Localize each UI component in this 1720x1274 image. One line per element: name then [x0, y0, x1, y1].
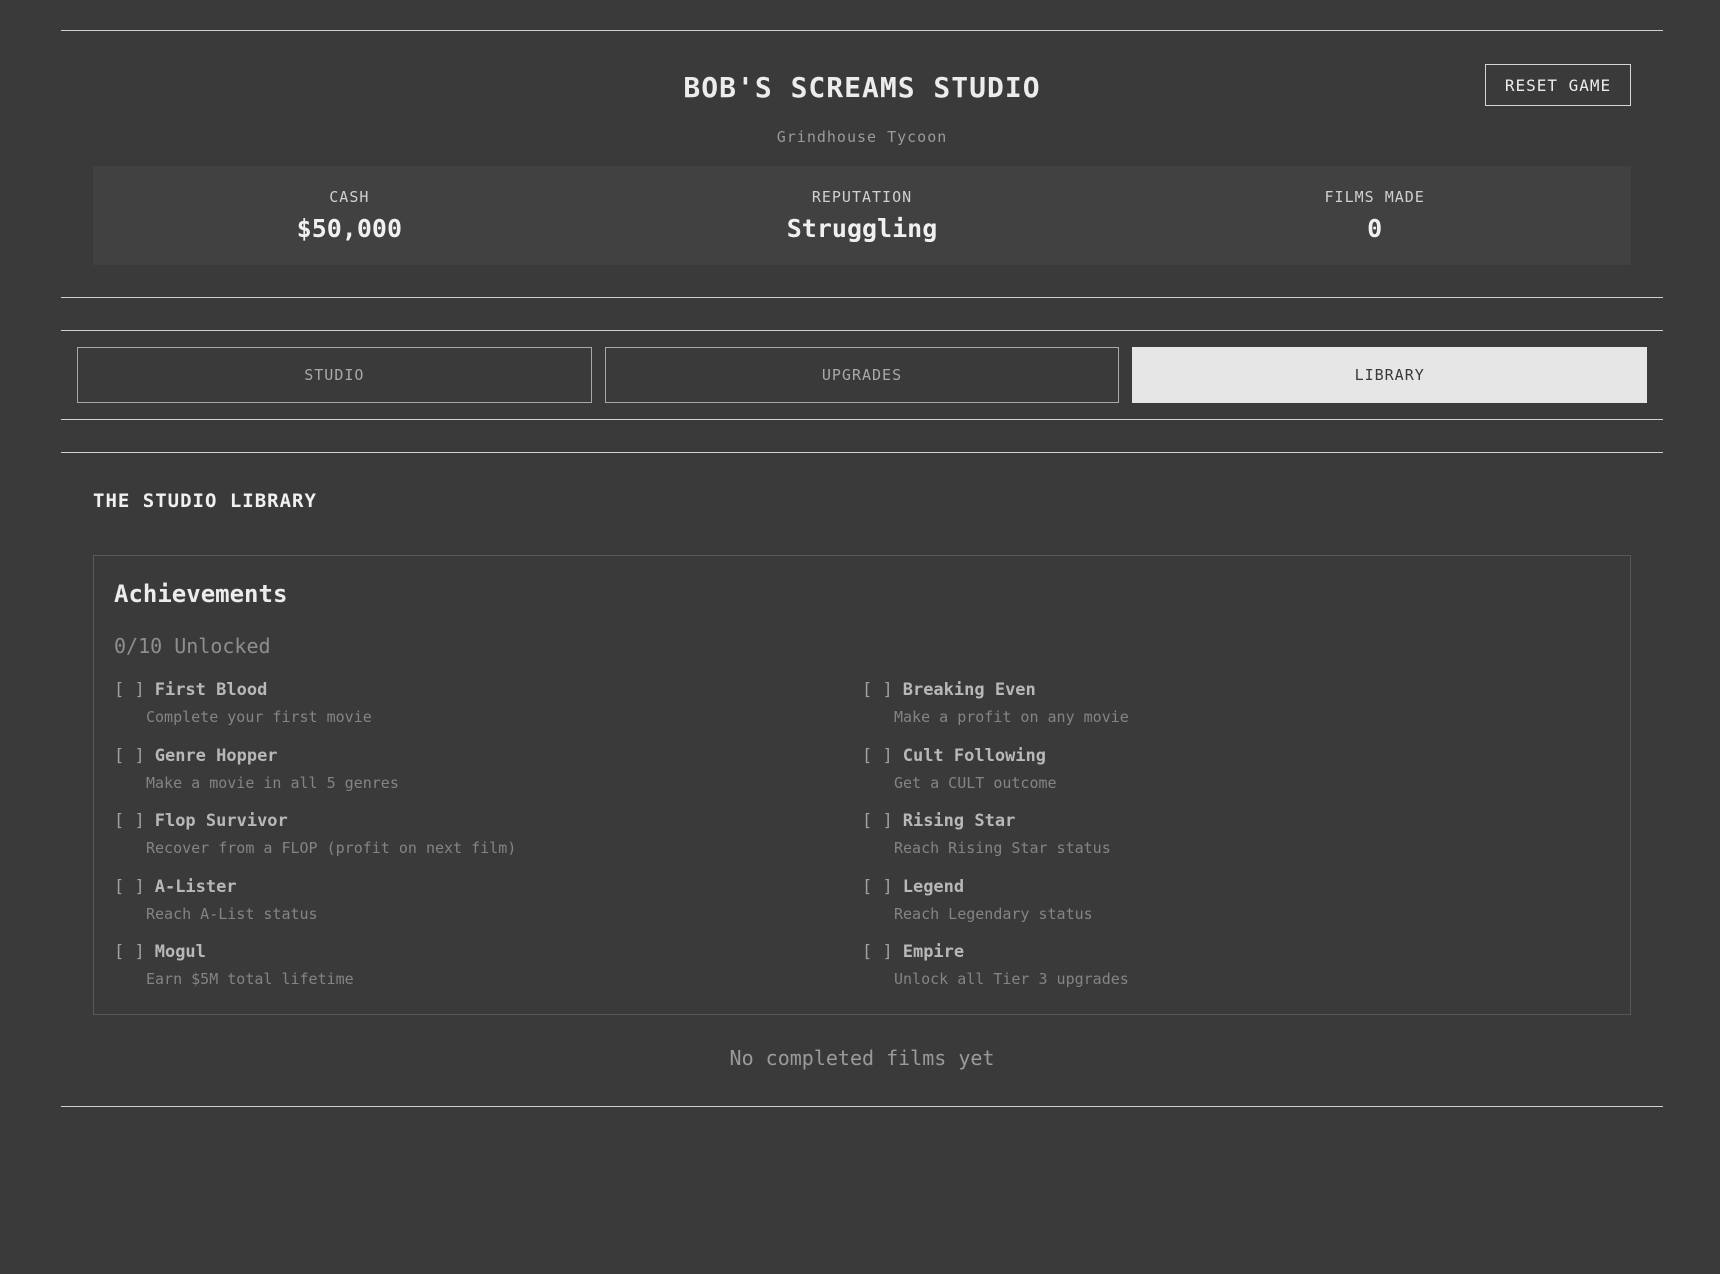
achievement-item: [ ] Cult Following Get a CULT outcome: [862, 746, 1610, 812]
achievement-item: [ ] Breaking Even Make a profit on any mov…: [862, 680, 1610, 746]
achievement-name: Legend: [902, 876, 965, 897]
achievement-name: Rising Star: [902, 811, 1016, 831]
stat-value: 0: [1367, 214, 1383, 243]
stat-cash: CASH $50,000: [93, 166, 606, 265]
achievement-item: [ ] A-Lister Reach A-List status: [114, 877, 862, 943]
achievement-checkbox: [ ]: [114, 811, 145, 831]
achievement-heading: [ ] Genre Hopper: [114, 746, 862, 766]
achievement-checkbox: [ ]: [114, 745, 145, 766]
tab-bar: STUDIO UPGRADES LIBRARY: [61, 330, 1663, 420]
achievement-checkbox: [ ]: [862, 811, 893, 831]
achievement-heading: [ ] Cult Following: [862, 746, 1610, 766]
achievement-name: Empire: [902, 942, 965, 962]
achievement-description: Reach A-List status: [146, 904, 318, 923]
achievement-name: First Blood: [154, 680, 268, 700]
empty-films-message: No completed films yet: [729, 1046, 995, 1070]
achievement-description: Reach Legendary status: [894, 904, 1093, 923]
library-panel: THE STUDIO LIBRARY Achievements 0/10 Unl…: [61, 452, 1663, 1107]
achievement-description: Make a movie in all 5 genres: [146, 773, 399, 792]
achievement-description: Make a profit on any movie: [894, 708, 1129, 726]
reset-game-button[interactable]: RESET GAME: [1485, 64, 1631, 106]
tab-row: STUDIO UPGRADES LIBRARY: [77, 347, 1648, 403]
stat-value: Struggling: [786, 214, 938, 243]
achievement-heading: [ ] Breaking Even: [862, 680, 1610, 700]
achievement-checkbox: [ ]: [862, 876, 893, 897]
achievement-description: Complete your first movie: [146, 708, 372, 726]
achievements-box: Achievements 0/10 Unlocked [ ] First Bloo…: [93, 555, 1631, 1015]
tab-library[interactable]: LIBRARY: [1132, 347, 1648, 403]
achievement-heading: [ ] Rising Star: [862, 811, 1610, 831]
studio-header: BOB'S SCREAMS STUDIO Grindhouse Tycoon R…: [61, 30, 1663, 298]
achievement-description: Recover from a FLOP (profit on next film…: [146, 839, 517, 857]
page-subtitle: Grindhouse Tycoon: [776, 128, 948, 146]
library-title: THE STUDIO LIBRARY: [93, 490, 317, 512]
achievement-heading: [ ] A-Lister: [114, 877, 862, 897]
stat-reputation: REPUTATION Struggling: [606, 166, 1119, 265]
achievement-item: [ ] Genre Hopper Make a movie in all 5 gen…: [114, 746, 862, 812]
stat-value: $50,000: [296, 214, 403, 243]
achievement-description: Unlock all Tier 3 upgrades: [894, 970, 1129, 988]
achievement-heading: [ ] Empire: [862, 942, 1610, 962]
achievement-heading: [ ] First Blood: [114, 680, 862, 700]
achievement-name: Flop Survivor: [154, 811, 288, 831]
achievement-item: [ ] Rising Star Reach Rising Star status: [862, 811, 1610, 877]
stats-bar: CASH $50,000 REPUTATION Struggling FILMS…: [93, 166, 1631, 265]
achievement-checkbox: [ ]: [862, 745, 893, 766]
tab-upgrades[interactable]: UPGRADES: [604, 347, 1120, 403]
achievement-checkbox: [ ]: [114, 942, 145, 962]
achievement-item: [ ] First Blood Complete your first movie: [114, 680, 862, 746]
stat-label: FILMS MADE: [1324, 188, 1425, 206]
achievement-heading: [ ] Mogul: [114, 942, 862, 962]
achievements-count: 0/10 Unlocked: [114, 634, 271, 658]
achievement-description: Get a CULT outcome: [894, 773, 1057, 792]
stat-films-made: FILMS MADE 0: [1118, 166, 1631, 265]
achievement-item: [ ] Flop Survivor Recover from a FLOP (pro…: [114, 811, 862, 877]
tab-studio[interactable]: STUDIO: [77, 347, 592, 403]
achievement-description: Reach Rising Star status: [894, 839, 1111, 857]
achievement-item: [ ] Mogul Earn $5M total lifetime: [114, 942, 862, 1008]
achievement-name: Mogul: [154, 942, 206, 962]
achievement-description: Earn $5M total lifetime: [146, 970, 354, 988]
achievement-item: [ ] Empire Unlock all Tier 3 upgrades: [862, 942, 1610, 1008]
achievement-name: Breaking Even: [902, 680, 1036, 700]
achievement-checkbox: [ ]: [862, 680, 893, 700]
achievement-checkbox: [ ]: [114, 876, 145, 897]
page-title: BOB'S SCREAMS STUDIO: [683, 71, 1041, 104]
achievement-item: [ ] Legend Reach Legendary status: [862, 877, 1610, 943]
achievement-heading: [ ] Legend: [862, 877, 1610, 897]
achievement-checkbox: [ ]: [114, 680, 145, 700]
achievements-title: Achievements: [114, 580, 288, 608]
achievement-heading: [ ] Flop Survivor: [114, 811, 862, 831]
achievement-name: Genre Hopper: [154, 745, 278, 766]
stat-label: CASH: [329, 188, 370, 206]
achievements-grid: [ ] First Blood Complete your first movie[…: [114, 680, 1610, 1008]
stat-label: REPUTATION: [811, 188, 913, 206]
achievement-checkbox: [ ]: [862, 942, 893, 962]
achievement-name: A-Lister: [154, 876, 237, 897]
achievement-name: Cult Following: [902, 745, 1047, 766]
